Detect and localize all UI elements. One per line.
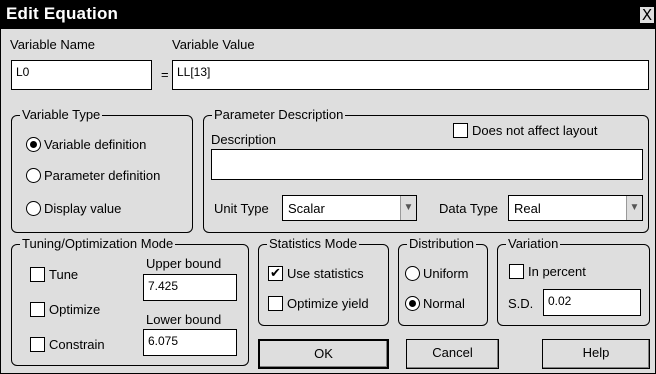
variable-value-input[interactable]: LL[13] [172, 60, 649, 90]
distribution-group: Distribution [398, 236, 488, 326]
variable-type-title: Variable Type [20, 107, 103, 122]
checkbox-label: In percent [528, 264, 586, 279]
radio-dot [405, 296, 420, 311]
radio-dot [26, 201, 41, 216]
checkbox-label: Tune [49, 267, 79, 282]
checkbox-label: Constrain [49, 337, 105, 352]
radio-label: Uniform [423, 266, 469, 281]
checkbox-label: Does not affect layout [472, 123, 598, 138]
checkbox-box [30, 267, 45, 282]
distribution-title: Distribution [407, 236, 477, 251]
upper-bound-label: Upper bound [146, 256, 222, 271]
help-button[interactable]: Help [542, 339, 650, 369]
radio-dot [26, 137, 41, 152]
unit-type-select[interactable]: Scalar ▼ [282, 195, 417, 221]
upper-bound-input[interactable]: 7.425 [143, 274, 237, 301]
data-type-value: Real [514, 201, 541, 216]
ok-button[interactable]: OK [258, 339, 389, 369]
radio-label: Parameter definition [44, 168, 161, 183]
edit-equation-dialog: Edit Equation X Variable Name L0 = Varia… [0, 0, 656, 374]
tune-checkbox[interactable]: Tune [30, 267, 78, 282]
radio-label: Variable definition [44, 137, 147, 152]
cancel-button[interactable]: Cancel [406, 339, 499, 369]
checkbox-box [268, 296, 283, 311]
unit-type-label: Unit Type [214, 201, 269, 216]
sd-label: S.D. [508, 296, 534, 311]
optimize-checkbox[interactable]: Optimize [30, 302, 100, 317]
title-bar[interactable]: Edit Equation X [1, 1, 656, 29]
data-type-select[interactable]: Real ▼ [508, 195, 643, 221]
data-type-label: Data Type [439, 201, 499, 216]
variable-name-input[interactable]: L0 [11, 60, 152, 90]
variable-name-label: Variable Name [10, 37, 96, 52]
parameter-description-title: Parameter Description [212, 107, 346, 122]
variation-title: Variation [506, 236, 561, 251]
constrain-checkbox[interactable]: Constrain [30, 337, 105, 352]
description-label: Description [211, 132, 277, 147]
lower-bound-input[interactable]: 6.075 [143, 329, 237, 356]
checkbox-box [453, 123, 468, 138]
checkbox-label: Use statistics [287, 266, 364, 281]
unit-type-value: Scalar [288, 201, 325, 216]
chevron-down-icon[interactable]: ▼ [626, 196, 642, 220]
checkbox-box [30, 337, 45, 352]
in-percent-checkbox[interactable]: In percent [509, 264, 586, 279]
statistics-mode-title: Statistics Mode [267, 236, 360, 251]
radio-variable-definition[interactable]: Variable definition [26, 137, 146, 152]
radio-normal[interactable]: Normal [405, 296, 465, 311]
use-statistics-checkbox[interactable]: ✔ Use statistics [268, 266, 364, 281]
checkbox-label: Optimize [49, 302, 101, 317]
radio-uniform[interactable]: Uniform [405, 266, 469, 281]
radio-label: Display value [44, 201, 122, 216]
checkmark-icon: ✔ [268, 266, 283, 281]
checkbox-box [30, 302, 45, 317]
optimize-yield-checkbox[interactable]: Optimize yield [268, 296, 369, 311]
radio-dot [26, 168, 41, 183]
radio-label: Normal [423, 296, 465, 311]
radio-parameter-definition[interactable]: Parameter definition [26, 168, 160, 183]
dialog-title: Edit Equation [6, 4, 119, 23]
tuning-mode-title: Tuning/Optimization Mode [20, 236, 176, 251]
radio-dot [405, 266, 420, 281]
radio-display-value[interactable]: Display value [26, 201, 121, 216]
equals-sign: = [161, 67, 169, 82]
checkbox-box [509, 264, 524, 279]
does-not-affect-layout-checkbox[interactable]: Does not affect layout [453, 123, 598, 138]
lower-bound-label: Lower bound [146, 312, 222, 327]
statistics-mode-group: Statistics Mode [258, 236, 389, 326]
description-input[interactable] [211, 149, 643, 180]
checkbox-label: Optimize yield [287, 296, 369, 311]
chevron-down-icon[interactable]: ▼ [400, 196, 416, 220]
sd-input[interactable]: 0.02 [543, 289, 641, 316]
variable-value-label: Variable Value [172, 37, 255, 52]
close-icon[interactable]: X [639, 6, 655, 24]
